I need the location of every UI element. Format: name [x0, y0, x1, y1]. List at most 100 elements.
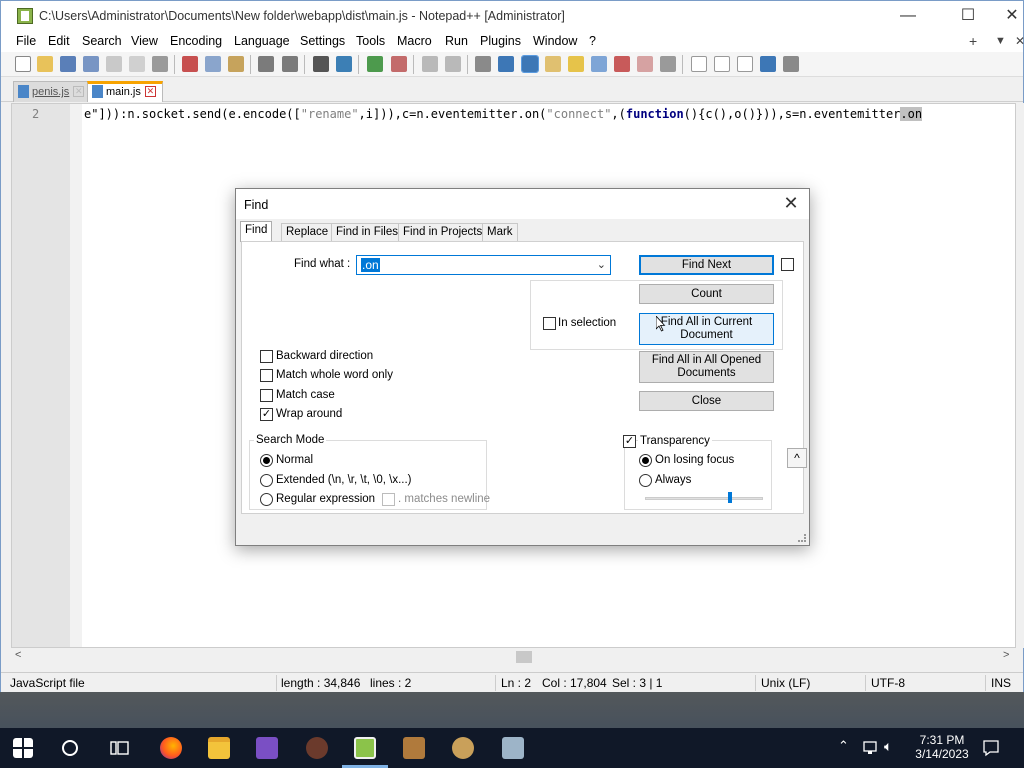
show-hidden-icons-icon[interactable]: ⌃: [838, 738, 849, 754]
tab-find[interactable]: Find: [240, 221, 273, 242]
close-all-icon[interactable]: [129, 56, 145, 72]
count-button[interactable]: Count: [639, 284, 774, 304]
menu-search[interactable]: Search: [82, 34, 122, 48]
tab-mark[interactable]: Mark: [482, 223, 518, 242]
find-dialog-title-bar[interactable]: Find ✕: [236, 189, 809, 219]
task-view-icon[interactable]: [110, 739, 129, 757]
on-losing-focus-radio[interactable]: [639, 454, 652, 467]
menu-file[interactable]: File: [16, 34, 36, 48]
find-what-combobox[interactable]: .on ⌄: [356, 255, 611, 275]
find-all-in-all-opened-documents-button[interactable]: Find All in All Opened Documents: [639, 351, 774, 383]
new-file-icon[interactable]: [15, 56, 31, 72]
notifications-icon[interactable]: [982, 739, 1000, 757]
collapse-dialog-button[interactable]: ^: [787, 448, 807, 468]
notepadpp-taskbar-icon[interactable]: [354, 737, 376, 759]
run-macro-multiple-icon[interactable]: [760, 56, 776, 72]
tab-close-icon[interactable]: ✕: [73, 85, 85, 97]
function-list-icon[interactable]: [591, 56, 607, 72]
show-all-characters-icon[interactable]: [498, 56, 514, 72]
tab-find-in-files[interactable]: Find in Files: [331, 223, 403, 242]
close-file-icon[interactable]: [106, 56, 122, 72]
wrap-around-checkbox[interactable]: ✓: [260, 408, 273, 421]
menu-plugins[interactable]: Plugins: [480, 34, 521, 48]
menu-view[interactable]: View: [131, 34, 158, 48]
monitoring-icon[interactable]: [637, 56, 653, 72]
character-app-icon[interactable]: [452, 737, 474, 759]
save-icon[interactable]: [60, 56, 76, 72]
file-explorer-icon[interactable]: [208, 737, 230, 759]
transparency-slider-track[interactable]: [645, 497, 763, 500]
archive-app-icon[interactable]: [403, 737, 425, 759]
backward-direction-checkbox[interactable]: [260, 350, 273, 363]
close-dialog-button[interactable]: Close: [639, 391, 774, 411]
firefox-icon[interactable]: [160, 737, 182, 759]
matches-newline-checkbox[interactable]: [382, 493, 395, 506]
find-icon[interactable]: [313, 56, 329, 72]
horizontal-scrollbar[interactable]: < >: [11, 649, 1016, 666]
replace-icon[interactable]: [336, 56, 352, 72]
clock[interactable]: 7:31 PM 3/14/2023: [912, 733, 972, 761]
menu-macro[interactable]: Macro: [397, 34, 432, 48]
play-macro-icon[interactable]: [737, 56, 753, 72]
tab-list-down-icon[interactable]: ▼: [995, 35, 1006, 47]
eye-icon[interactable]: [660, 56, 676, 72]
record-macro-icon[interactable]: [691, 56, 707, 72]
always-radio[interactable]: [639, 474, 652, 487]
tab-main-js[interactable]: main.js ✕: [87, 81, 163, 102]
close-button[interactable]: ✕: [989, 5, 1024, 29]
find-next-button[interactable]: Find Next: [639, 255, 774, 275]
sync-vertical-icon[interactable]: [422, 56, 438, 72]
open-file-icon[interactable]: [37, 56, 53, 72]
windows-start-icon[interactable]: [13, 738, 33, 758]
tab-replace[interactable]: Replace: [281, 223, 334, 242]
print-icon[interactable]: [152, 56, 168, 72]
close-doc-icon[interactable]: ✕: [1015, 34, 1024, 48]
folder-as-workspace-icon[interactable]: [614, 56, 630, 72]
save-macro-icon[interactable]: [783, 56, 799, 72]
cut-icon[interactable]: [182, 56, 198, 72]
word-wrap-icon[interactable]: [475, 56, 491, 72]
match-case-checkbox[interactable]: [260, 389, 273, 402]
new-tab-plus-icon[interactable]: +: [969, 33, 977, 49]
match-whole-word-checkbox[interactable]: [260, 369, 273, 382]
mode-normal-radio[interactable]: [260, 454, 273, 467]
scroll-right-icon[interactable]: >: [1003, 649, 1009, 661]
vertical-scrollbar[interactable]: [1016, 103, 1024, 648]
save-all-icon[interactable]: [83, 56, 99, 72]
user-defined-language-icon[interactable]: [545, 56, 561, 72]
zoom-in-icon[interactable]: [367, 56, 383, 72]
maximize-button[interactable]: ☐: [945, 5, 991, 29]
tab-close-icon[interactable]: ✕: [144, 85, 156, 97]
menu-edit[interactable]: Edit: [48, 34, 70, 48]
tab-penis-js[interactable]: penis.js ✕: [13, 81, 92, 102]
resize-grip-icon[interactable]: [798, 534, 806, 542]
chevron-down-icon[interactable]: ⌄: [597, 258, 606, 271]
network-icon[interactable]: [862, 740, 880, 756]
menu-help[interactable]: ?: [589, 34, 596, 48]
sync-horizontal-icon[interactable]: [445, 56, 461, 72]
menu-language[interactable]: Language: [234, 34, 290, 48]
code-line[interactable]: e"])):n.socket.send(e.encode(["rename",i…: [84, 107, 923, 121]
minimize-button[interactable]: —: [885, 5, 931, 29]
monitor-app-icon[interactable]: [502, 737, 524, 759]
document-map-icon[interactable]: [568, 56, 584, 72]
menu-window[interactable]: Window: [533, 34, 577, 48]
in-selection-checkbox[interactable]: [543, 317, 556, 330]
menu-settings[interactable]: Settings: [300, 34, 345, 48]
scroll-thumb[interactable]: [516, 651, 532, 663]
volume-icon[interactable]: 🔈︎: [884, 738, 892, 755]
mode-regex-radio[interactable]: [260, 493, 273, 506]
mode-extended-radio[interactable]: [260, 474, 273, 487]
undo-icon[interactable]: [258, 56, 274, 72]
visual-studio-icon[interactable]: [256, 737, 278, 759]
stop-recording-icon[interactable]: [714, 56, 730, 72]
zoom-out-icon[interactable]: [391, 56, 407, 72]
indent-guide-icon[interactable]: [521, 55, 539, 73]
tab-find-in-projects[interactable]: Find in Projects: [398, 223, 488, 242]
find-next-option-checkbox[interactable]: [781, 258, 794, 271]
search-icon[interactable]: [62, 740, 78, 756]
transparency-slider-thumb[interactable]: [727, 492, 732, 503]
scroll-left-icon[interactable]: <: [15, 649, 21, 661]
copy-icon[interactable]: [205, 56, 221, 72]
menu-encoding[interactable]: Encoding: [170, 34, 222, 48]
